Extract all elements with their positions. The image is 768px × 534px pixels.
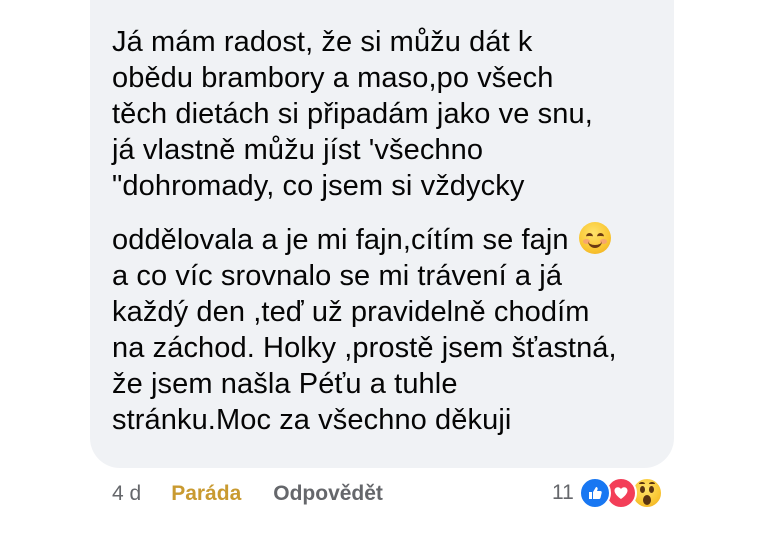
comment-line: a co víc srovnalo se mi trávení a já	[112, 260, 563, 292]
comment-bubble: Já mám radost, že si můžu dát k obědu br…	[90, 0, 674, 468]
comment-timestamp[interactable]: 4 d	[112, 482, 141, 506]
comment-line: každý den ,teď už pravidelně chodím	[112, 296, 590, 328]
comment-line: Já mám radost, že si můžu dát k	[112, 26, 533, 58]
comment-line: těch dietách si připadám jako ve snu,	[112, 98, 593, 130]
comment-line: stránku.Moc za všechno děkuji	[112, 404, 512, 436]
comment-line: obědu brambory a maso,po všech	[112, 62, 554, 94]
comment-line-with-emoji: oddělovala a je mi fajn,cítím se fajn	[112, 222, 656, 258]
comment-line: oddělovala a je mi fajn,cítím se fajn	[112, 224, 569, 256]
comment-text: Já mám radost, že si můžu dát k obědu br…	[112, 24, 656, 438]
reply-button[interactable]: Odpovědět	[273, 482, 383, 506]
reaction-count: 11	[552, 481, 574, 504]
reaction-button[interactable]: Paráda	[171, 482, 241, 506]
comment-line: "dohromady, co jsem si vždycky	[112, 170, 525, 202]
like-icon	[578, 477, 611, 509]
smiling-face-emoji-icon	[578, 222, 611, 254]
comment-actions: 4 d Paráda Odpovědět	[112, 478, 383, 510]
comment-line: já vlastně můžu jíst 'všechno	[112, 134, 484, 166]
reactions-summary[interactable]: 11	[552, 476, 663, 510]
comment-line: na záchod. Holky ,prostě jsem šťastná,	[112, 332, 617, 364]
comment-line: že jsem našla Péťu a tuhle	[112, 368, 458, 400]
